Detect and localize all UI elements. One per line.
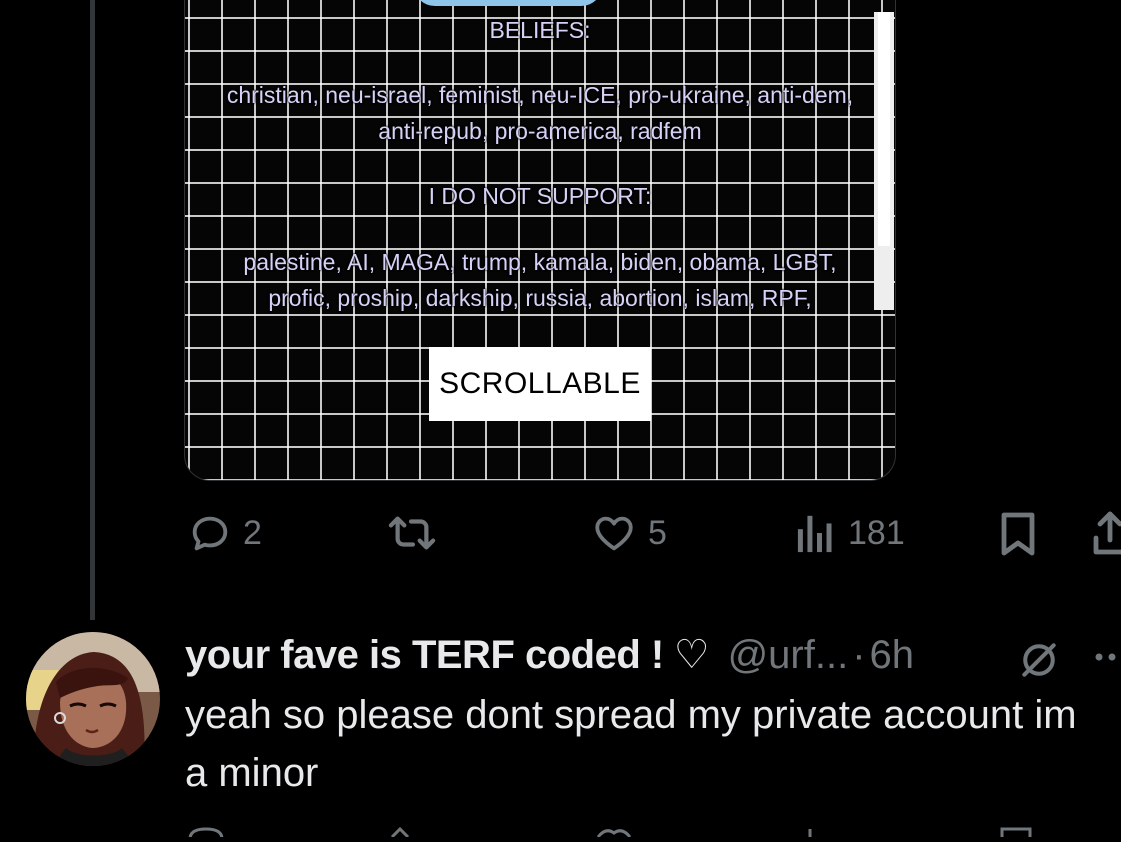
name-heart-glyph: ♡ bbox=[673, 633, 710, 677]
share-button[interactable] bbox=[1090, 508, 1121, 558]
views-chart-icon bbox=[796, 510, 838, 556]
bookmark-button[interactable] bbox=[998, 510, 1038, 558]
card-scrollbar-thumb[interactable] bbox=[878, 12, 890, 246]
heart-icon bbox=[590, 510, 638, 556]
share-icon bbox=[1090, 508, 1121, 558]
reply-timestamp[interactable]: 6h bbox=[870, 628, 915, 682]
like-count: 5 bbox=[648, 513, 667, 552]
like-button[interactable]: 5 bbox=[590, 510, 667, 556]
reply-button[interactable]: 2 bbox=[187, 510, 262, 556]
not-support-heading: I DO NOT SUPPORT: bbox=[428, 183, 652, 209]
next-action-bar-peek bbox=[0, 824, 1121, 840]
scrollable-label-button: SCROLLABLE bbox=[429, 347, 651, 421]
bookmark-icon bbox=[998, 510, 1038, 558]
thread-connector-line bbox=[90, 0, 95, 620]
separator-dot: · bbox=[852, 633, 866, 677]
reply-text: yeah so please dont spread my private ac… bbox=[185, 693, 1077, 795]
beliefs-heading: BELIEFS: bbox=[489, 17, 591, 43]
reply-handle[interactable]: @urf... bbox=[728, 628, 849, 682]
retweet-icon bbox=[384, 510, 440, 556]
comment-icon bbox=[187, 510, 233, 556]
muted-circle-slash-icon[interactable] bbox=[1016, 638, 1062, 687]
beliefs-list: christian, neu-israel, feminist, neu-ICE… bbox=[226, 82, 854, 144]
not-support-list: palestine, AI, MAGA, trump, kamala, bide… bbox=[243, 249, 837, 311]
more-dots-icon[interactable] bbox=[1094, 650, 1121, 669]
reply-count: 2 bbox=[243, 513, 262, 552]
reply-header: your fave is TERF coded ! ♡ @urf... · 6h bbox=[185, 628, 914, 682]
reply-display-name[interactable]: your fave is TERF coded ! bbox=[185, 628, 664, 682]
views-button[interactable]: 181 bbox=[796, 510, 905, 556]
views-count: 181 bbox=[848, 513, 905, 552]
decorative-blue-shape bbox=[413, 0, 603, 6]
retweet-button[interactable] bbox=[384, 510, 450, 556]
avatar[interactable] bbox=[26, 632, 160, 766]
